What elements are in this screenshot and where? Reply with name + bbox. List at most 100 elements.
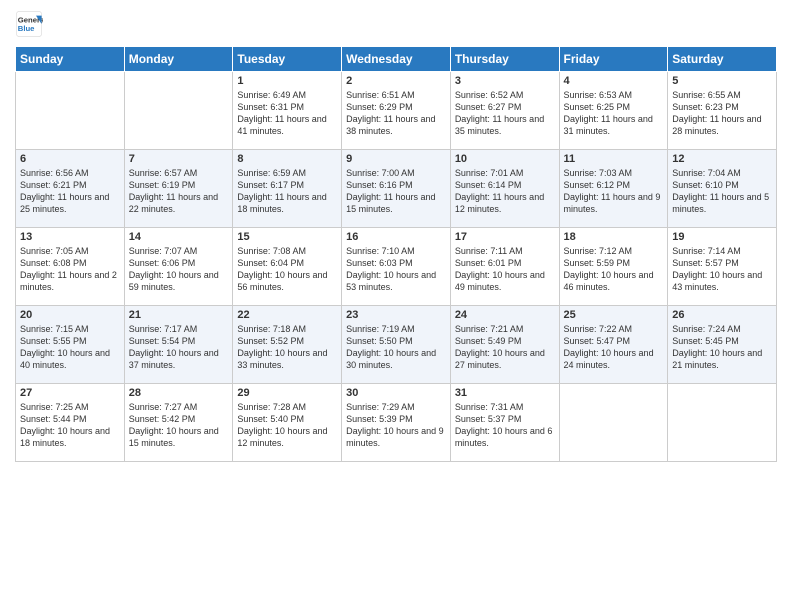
day-info: Sunrise: 7:18 AM Sunset: 5:52 PM Dayligh… — [237, 323, 337, 372]
day-info: Sunrise: 7:19 AM Sunset: 5:50 PM Dayligh… — [346, 323, 446, 372]
day-number: 8 — [237, 153, 337, 165]
week-row-2: 6 Sunrise: 6:56 AM Sunset: 6:21 PM Daylig… — [16, 150, 777, 228]
day-info: Sunrise: 7:03 AM Sunset: 6:12 PM Dayligh… — [564, 167, 664, 216]
day-cell: 4Sunrise: 6:53 AM Sunset: 6:25 PM Daylig… — [559, 72, 668, 150]
day-cell: 21 Sunrise: 7:17 AM Sunset: 5:54 PM Dayli… — [124, 306, 233, 384]
day-cell: 19Sunrise: 7:14 AM Sunset: 5:57 PM Dayli… — [668, 228, 777, 306]
day-cell: 17Sunrise: 7:11 AM Sunset: 6:01 PM Dayli… — [450, 228, 559, 306]
day-number: 31 — [455, 387, 555, 399]
day-cell: 6 Sunrise: 6:56 AM Sunset: 6:21 PM Daylig… — [16, 150, 125, 228]
day-number: 29 — [237, 387, 337, 399]
day-number: 2 — [346, 75, 446, 87]
day-info: Sunrise: 6:53 AM Sunset: 6:25 PM Dayligh… — [564, 89, 664, 138]
day-number: 20 — [20, 309, 120, 321]
day-info: Sunrise: 7:01 AM Sunset: 6:14 PM Dayligh… — [455, 167, 555, 216]
day-cell: 2 Sunrise: 6:51 AM Sunset: 6:29 PM Daylig… — [342, 72, 451, 150]
day-number: 28 — [129, 387, 229, 399]
week-row-1: 1 Sunrise: 6:49 AM Sunset: 6:31 PM Daylig… — [16, 72, 777, 150]
day-cell: 22Sunrise: 7:18 AM Sunset: 5:52 PM Dayli… — [233, 306, 342, 384]
day-cell: 12Sunrise: 7:04 AM Sunset: 6:10 PM Dayli… — [668, 150, 777, 228]
day-info: Sunrise: 7:25 AM Sunset: 5:44 PM Dayligh… — [20, 401, 120, 450]
day-number: 15 — [237, 231, 337, 243]
day-info: Sunrise: 7:31 AM Sunset: 5:37 PM Dayligh… — [455, 401, 555, 450]
day-info: Sunrise: 7:14 AM Sunset: 5:57 PM Dayligh… — [672, 245, 772, 294]
day-cell: 13 Sunrise: 7:05 AM Sunset: 6:08 PM Dayli… — [16, 228, 125, 306]
day-info: Sunrise: 7:11 AM Sunset: 6:01 PM Dayligh… — [455, 245, 555, 294]
header-row: Sunday Monday Tuesday Wednesday Thursday… — [16, 47, 777, 72]
day-cell: 31 Sunrise: 7:31 AM Sunset: 5:37 PM Dayli… — [450, 384, 559, 462]
day-cell: 16Sunrise: 7:10 AM Sunset: 6:03 PM Dayli… — [342, 228, 451, 306]
col-sunday: Sunday — [16, 47, 125, 72]
col-wednesday: Wednesday — [342, 47, 451, 72]
day-info: Sunrise: 6:55 AM Sunset: 6:23 PM Dayligh… — [672, 89, 772, 138]
day-number: 21 — [129, 309, 229, 321]
day-cell: 11 Sunrise: 7:03 AM Sunset: 6:12 PM Dayli… — [559, 150, 668, 228]
day-number: 13 — [20, 231, 120, 243]
week-row-5: 27 Sunrise: 7:25 AM Sunset: 5:44 PM Dayli… — [16, 384, 777, 462]
day-number: 5 — [672, 75, 772, 87]
day-cell: 9 Sunrise: 7:00 AM Sunset: 6:16 PM Daylig… — [342, 150, 451, 228]
calendar-table: Sunday Monday Tuesday Wednesday Thursday… — [15, 46, 777, 462]
day-cell — [559, 384, 668, 462]
day-cell: 23 Sunrise: 7:19 AM Sunset: 5:50 PM Dayli… — [342, 306, 451, 384]
col-tuesday: Tuesday — [233, 47, 342, 72]
day-number: 3 — [455, 75, 555, 87]
day-number: 18 — [564, 231, 664, 243]
day-info: Sunrise: 7:08 AM Sunset: 6:04 PM Dayligh… — [237, 245, 337, 294]
day-number: 27 — [20, 387, 120, 399]
logo-icon: General Blue — [15, 10, 43, 38]
day-number: 14 — [129, 231, 229, 243]
col-friday: Friday — [559, 47, 668, 72]
day-cell: 18Sunrise: 7:12 AM Sunset: 5:59 PM Dayli… — [559, 228, 668, 306]
day-cell: 28 Sunrise: 7:27 AM Sunset: 5:42 PM Dayli… — [124, 384, 233, 462]
day-number: 6 — [20, 153, 120, 165]
day-cell: 1 Sunrise: 6:49 AM Sunset: 6:31 PM Daylig… — [233, 72, 342, 150]
week-row-4: 20 Sunrise: 7:15 AM Sunset: 5:55 PM Dayli… — [16, 306, 777, 384]
day-number: 12 — [672, 153, 772, 165]
day-info: Sunrise: 7:17 AM Sunset: 5:54 PM Dayligh… — [129, 323, 229, 372]
day-cell: 29Sunrise: 7:28 AM Sunset: 5:40 PM Dayli… — [233, 384, 342, 462]
day-number: 9 — [346, 153, 446, 165]
col-saturday: Saturday — [668, 47, 777, 72]
day-cell — [124, 72, 233, 150]
day-cell: 26 Sunrise: 7:24 AM Sunset: 5:45 PM Dayli… — [668, 306, 777, 384]
day-number: 23 — [346, 309, 446, 321]
day-info: Sunrise: 7:29 AM Sunset: 5:39 PM Dayligh… — [346, 401, 446, 450]
day-info: Sunrise: 7:00 AM Sunset: 6:16 PM Dayligh… — [346, 167, 446, 216]
day-info: Sunrise: 6:49 AM Sunset: 6:31 PM Dayligh… — [237, 89, 337, 138]
day-info: Sunrise: 6:56 AM Sunset: 6:21 PM Dayligh… — [20, 167, 120, 216]
day-number: 7 — [129, 153, 229, 165]
day-cell: 3 Sunrise: 6:52 AM Sunset: 6:27 PM Daylig… — [450, 72, 559, 150]
day-info: Sunrise: 7:27 AM Sunset: 5:42 PM Dayligh… — [129, 401, 229, 450]
page: General Blue Sunday Monday Tuesday Wedne… — [0, 0, 792, 612]
day-info: Sunrise: 6:51 AM Sunset: 6:29 PM Dayligh… — [346, 89, 446, 138]
col-thursday: Thursday — [450, 47, 559, 72]
day-cell: 30 Sunrise: 7:29 AM Sunset: 5:39 PM Dayli… — [342, 384, 451, 462]
day-number: 30 — [346, 387, 446, 399]
day-info: Sunrise: 7:21 AM Sunset: 5:49 PM Dayligh… — [455, 323, 555, 372]
day-info: Sunrise: 7:15 AM Sunset: 5:55 PM Dayligh… — [20, 323, 120, 372]
week-row-3: 13 Sunrise: 7:05 AM Sunset: 6:08 PM Dayli… — [16, 228, 777, 306]
day-info: Sunrise: 6:59 AM Sunset: 6:17 PM Dayligh… — [237, 167, 337, 216]
header: General Blue — [15, 10, 777, 38]
day-info: Sunrise: 7:10 AM Sunset: 6:03 PM Dayligh… — [346, 245, 446, 294]
day-info: Sunrise: 7:07 AM Sunset: 6:06 PM Dayligh… — [129, 245, 229, 294]
day-info: Sunrise: 7:05 AM Sunset: 6:08 PM Dayligh… — [20, 245, 120, 294]
day-number: 26 — [672, 309, 772, 321]
day-cell: 24 Sunrise: 7:21 AM Sunset: 5:49 PM Dayli… — [450, 306, 559, 384]
day-cell: 7Sunrise: 6:57 AM Sunset: 6:19 PM Daylig… — [124, 150, 233, 228]
day-number: 25 — [564, 309, 664, 321]
day-cell: 10 Sunrise: 7:01 AM Sunset: 6:14 PM Dayli… — [450, 150, 559, 228]
day-cell: 5 Sunrise: 6:55 AM Sunset: 6:23 PM Daylig… — [668, 72, 777, 150]
day-number: 24 — [455, 309, 555, 321]
day-number: 10 — [455, 153, 555, 165]
day-number: 11 — [564, 153, 664, 165]
day-number: 1 — [237, 75, 337, 87]
svg-text:Blue: Blue — [18, 24, 35, 33]
col-monday: Monday — [124, 47, 233, 72]
day-info: Sunrise: 6:52 AM Sunset: 6:27 PM Dayligh… — [455, 89, 555, 138]
day-info: Sunrise: 7:24 AM Sunset: 5:45 PM Dayligh… — [672, 323, 772, 372]
day-cell: 20 Sunrise: 7:15 AM Sunset: 5:55 PM Dayli… — [16, 306, 125, 384]
day-cell: 27 Sunrise: 7:25 AM Sunset: 5:44 PM Dayli… — [16, 384, 125, 462]
day-cell: 14 Sunrise: 7:07 AM Sunset: 6:06 PM Dayli… — [124, 228, 233, 306]
